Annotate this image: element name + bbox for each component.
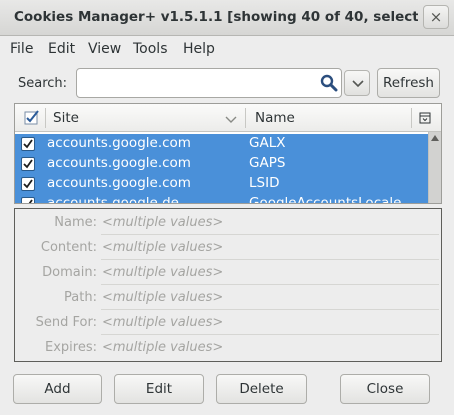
menu-help[interactable]: Help — [183, 41, 215, 57]
cell-name: LSID — [249, 175, 280, 191]
detail-label: Name: — [54, 215, 97, 230]
column-separator — [45, 108, 46, 128]
menu-bar: File Edit View Tools Help — [0, 37, 454, 63]
cell-name: GoogleAccountsLocale — [249, 195, 402, 204]
checkmark-icon — [23, 139, 33, 149]
field-underline — [101, 309, 439, 310]
detail-row-path: Path: <multiple values> — [15, 288, 441, 310]
delete-button[interactable]: Delete — [216, 374, 307, 404]
cookie-details-panel: Name: <multiple values> Content: <multip… — [14, 208, 442, 362]
cell-site: accounts.google.com — [47, 135, 191, 151]
list-scrollbar[interactable] — [428, 132, 441, 203]
table-row[interactable]: accounts.google.com GAPS — [15, 154, 428, 174]
field-underline — [101, 284, 439, 285]
menu-edit[interactable]: Edit — [48, 41, 75, 57]
row-checkbox[interactable] — [21, 177, 35, 191]
search-label: Search: — [18, 76, 68, 91]
column-picker-icon[interactable] — [419, 112, 431, 128]
chevron-down-icon — [352, 80, 364, 88]
add-button[interactable]: Add — [13, 374, 102, 404]
checkmark-icon — [23, 179, 33, 189]
detail-label: Send For: — [35, 315, 97, 330]
detail-value: <multiple values> — [102, 215, 224, 230]
row-checkbox[interactable] — [21, 137, 35, 151]
field-underline — [101, 234, 439, 235]
column-separator — [245, 108, 246, 128]
chevron-down-icon — [225, 113, 237, 128]
menu-view[interactable]: View — [88, 41, 121, 57]
detail-label: Path: — [64, 290, 97, 305]
search-field[interactable] — [76, 68, 342, 98]
cell-name: GALX — [249, 135, 286, 151]
cell-site: accounts.google.com — [47, 175, 191, 191]
column-name[interactable]: Name — [255, 104, 405, 132]
window-close-button[interactable]: × — [423, 5, 449, 29]
detail-row-expires: Expires: <multiple values> — [15, 338, 441, 360]
detail-value: <multiple values> — [102, 290, 224, 305]
refresh-button[interactable]: Refresh — [377, 68, 440, 98]
cell-site: accounts.google.com — [47, 155, 191, 171]
table-row[interactable]: accounts.google.com GALX — [15, 134, 428, 154]
detail-label: Content: — [40, 240, 97, 255]
cell-site: accounts.google.de — [47, 195, 179, 204]
detail-row-domain: Domain: <multiple values> — [15, 263, 441, 285]
detail-row-name: Name: <multiple values> — [15, 213, 441, 235]
detail-value: <multiple values> — [102, 315, 224, 330]
row-checkbox[interactable] — [21, 197, 35, 203]
checkmark-icon — [28, 199, 33, 203]
detail-value: <multiple values> — [102, 240, 224, 255]
search-options-button[interactable] — [344, 70, 370, 96]
detail-label: Domain: — [42, 265, 97, 280]
search-input[interactable] — [81, 72, 311, 94]
detail-label: Expires: — [45, 340, 97, 355]
cookie-list[interactable]: Site Name accounts.google.com GALX accou… — [14, 103, 442, 204]
cell-name: GAPS — [249, 155, 286, 171]
magnifier-icon[interactable] — [320, 74, 338, 92]
checkmark-icon — [24, 110, 39, 125]
detail-row-send-for: Send For: <multiple values> — [15, 313, 441, 335]
field-underline — [101, 259, 439, 260]
window-title: Cookies Manager+ v1.5.1.1 [showing 40 of… — [14, 9, 418, 25]
checkmark-icon — [23, 159, 33, 169]
detail-value: <multiple values> — [102, 265, 224, 280]
column-site[interactable]: Site — [53, 104, 243, 132]
table-row[interactable]: accounts.google.com LSID — [15, 174, 428, 194]
list-header: Site Name — [15, 104, 441, 132]
detail-value: <multiple values> — [102, 340, 224, 355]
select-all-column[interactable] — [21, 104, 45, 132]
scroll-up-icon[interactable] — [431, 135, 439, 141]
column-separator — [411, 108, 412, 128]
row-checkbox[interactable] — [21, 157, 35, 171]
detail-row-content: Content: <multiple values> — [15, 238, 441, 260]
menu-tools[interactable]: Tools — [133, 41, 168, 57]
field-underline — [101, 334, 439, 335]
table-row[interactable]: accounts.google.de GoogleAccountsLocale — [15, 194, 428, 204]
title-bar: Cookies Manager+ v1.5.1.1 [showing 40 of… — [0, 0, 454, 36]
menu-file[interactable]: File — [10, 41, 33, 57]
edit-button[interactable]: Edit — [114, 374, 204, 404]
close-button[interactable]: Close — [340, 374, 430, 404]
